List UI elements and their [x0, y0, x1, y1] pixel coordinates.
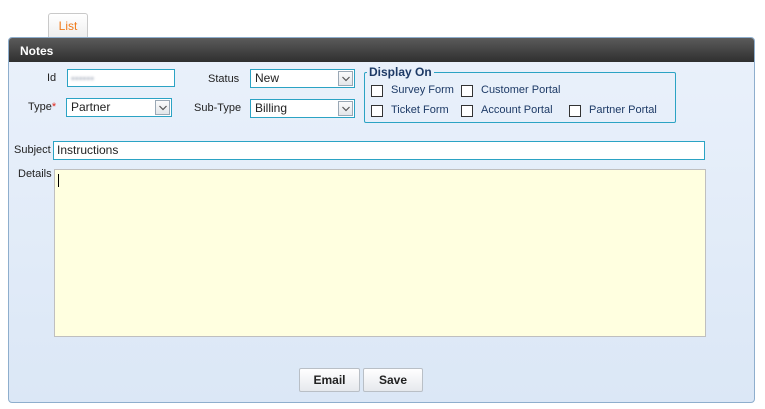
details-label: Details — [18, 168, 52, 180]
details-textarea[interactable] — [54, 169, 706, 337]
display-on-legend: Display On — [369, 65, 432, 79]
text-caret — [58, 174, 59, 187]
customer-portal-label: Customer Portal — [481, 84, 561, 96]
save-button[interactable]: Save — [363, 368, 423, 392]
status-select-value: New — [255, 71, 280, 85]
id-label: Id — [47, 72, 57, 84]
chevron-down-icon[interactable] — [338, 101, 353, 116]
partner-portal-checkbox[interactable] — [569, 105, 581, 117]
notes-panel: Notes Id •••••• Type* Partner Status New… — [8, 37, 755, 403]
chevron-down-icon[interactable] — [338, 71, 353, 86]
subject-value: Instructions — [57, 143, 119, 157]
type-label-text: Type — [28, 101, 52, 113]
account-portal-label: Account Portal — [481, 104, 553, 116]
ticket-form-checkbox[interactable] — [371, 105, 383, 117]
account-portal-checkbox[interactable] — [461, 105, 473, 117]
subject-label: Subject — [14, 144, 51, 156]
panel-title: Notes — [9, 38, 754, 62]
subtype-label: Sub-Type — [194, 102, 242, 114]
chevron-down-icon[interactable] — [155, 100, 170, 115]
subtype-select-value: Billing — [255, 101, 288, 115]
tab-list[interactable]: List — [48, 13, 88, 38]
type-select-value: Partner — [71, 100, 111, 114]
ticket-form-label: Ticket Form — [391, 104, 449, 116]
subject-field[interactable]: Instructions — [53, 141, 705, 160]
customer-portal-checkbox[interactable] — [461, 85, 473, 97]
type-label: Type* — [28, 101, 56, 113]
survey-form-label: Survey Form — [391, 84, 454, 96]
required-marker: * — [51, 101, 57, 113]
subtype-select[interactable]: Billing — [250, 99, 355, 118]
type-select[interactable]: Partner — [66, 98, 172, 117]
survey-form-checkbox[interactable] — [371, 85, 383, 97]
id-value: •••••• — [71, 73, 95, 85]
partner-portal-label: Partner Portal — [589, 104, 657, 116]
status-label: Status — [208, 73, 240, 85]
id-field[interactable]: •••••• — [67, 69, 175, 87]
email-button[interactable]: Email — [299, 368, 360, 392]
status-select[interactable]: New — [250, 69, 355, 88]
